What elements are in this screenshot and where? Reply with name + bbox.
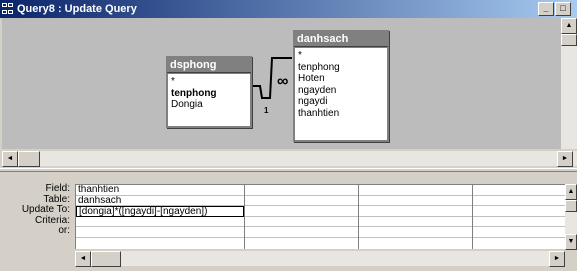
field-item-key[interactable]: tenphong	[171, 88, 247, 100]
scroll-down-icon[interactable]: ▼	[565, 234, 577, 250]
grid-vscroll[interactable]: ▲ ▼	[565, 184, 577, 250]
row-label-or: or:	[58, 225, 70, 236]
grid-column[interactable]	[359, 185, 473, 249]
field-item[interactable]: ngaydi	[298, 96, 384, 108]
table-pane-hscroll[interactable]: ◄ ►	[2, 150, 577, 167]
grid-hscroll[interactable]: ◄ ►	[75, 250, 565, 267]
field-list-danhsach[interactable]: danhsach * tenphong Hoten ngayden ngaydi…	[293, 30, 389, 142]
update-to-cell[interactable]	[473, 206, 565, 217]
relationship-many-label: ∞	[277, 73, 289, 90]
design-grid[interactable]: thanhtien danhsach [dongia]*([ngaydi]-[n…	[75, 184, 566, 249]
field-cell[interactable]	[473, 185, 565, 196]
update-to-cell[interactable]	[359, 206, 472, 217]
table-pane[interactable]: 1 ∞ dsphong * tenphong Dongia danhsach *…	[2, 18, 573, 149]
row-label-update-to: Update To:	[21, 204, 70, 215]
scroll-up-icon[interactable]: ▲	[561, 18, 577, 34]
query-design-window: Query8 : Update Query _ □ 1 ∞ dsphong * …	[0, 0, 577, 271]
window-title: Query8 : Update Query	[17, 3, 137, 15]
query-icon	[2, 3, 15, 15]
scroll-left-icon[interactable]: ◄	[2, 151, 18, 167]
scroll-thumb[interactable]	[565, 200, 577, 212]
grid-column[interactable]	[473, 185, 566, 249]
field-item[interactable]: *	[298, 50, 384, 62]
field-list-title[interactable]: dsphong	[167, 57, 251, 73]
scroll-thumb[interactable]	[91, 251, 121, 267]
field-cell[interactable]	[359, 185, 472, 196]
table-cell[interactable]	[245, 196, 358, 206]
update-to-cell[interactable]	[245, 206, 358, 217]
row-label-field: Field:	[45, 183, 70, 194]
grid-column[interactable]	[245, 185, 359, 249]
criteria-cell[interactable]	[473, 217, 565, 227]
update-to-cell[interactable]: [dongia]*([ngaydi]-[ngayden])	[76, 206, 244, 217]
field-item[interactable]: *	[171, 76, 247, 88]
criteria-cell[interactable]	[76, 217, 244, 227]
table-cell[interactable]	[473, 196, 565, 206]
row-labels: Field: Table: Update To: Criteria: or:	[0, 183, 74, 237]
grid-column[interactable]: thanhtien danhsach [dongia]*([ngaydi]-[n…	[76, 185, 245, 249]
design-grid-pane: Field: Table: Update To: Criteria: or: t…	[0, 172, 577, 271]
scroll-thumb[interactable]	[561, 34, 577, 46]
field-item[interactable]: tenphong	[298, 62, 384, 74]
or-cell[interactable]	[76, 227, 244, 238]
scroll-right-icon[interactable]: ►	[549, 251, 565, 267]
field-list-dsphong[interactable]: dsphong * tenphong Dongia	[166, 56, 252, 128]
table-cell[interactable]: danhsach	[76, 196, 244, 206]
field-item[interactable]: ngayden	[298, 85, 384, 97]
or-cell[interactable]	[473, 227, 565, 238]
scroll-right-icon[interactable]: ►	[557, 151, 573, 167]
or-cell[interactable]	[359, 227, 472, 238]
criteria-cell[interactable]	[359, 217, 472, 227]
minimize-button[interactable]: _	[538, 2, 554, 16]
field-list-title[interactable]: danhsach	[294, 31, 388, 47]
table-cell[interactable]	[359, 196, 472, 206]
or-cell[interactable]	[245, 227, 358, 238]
field-item[interactable]: Dongia	[171, 99, 247, 111]
field-item[interactable]: Hoten	[298, 73, 384, 85]
criteria-cell[interactable]	[245, 217, 358, 227]
relationship-one-label: 1	[264, 106, 269, 115]
title-bar[interactable]: Query8 : Update Query _ □	[0, 0, 577, 18]
field-item[interactable]: thanhtien	[298, 108, 384, 120]
scroll-left-icon[interactable]: ◄	[75, 251, 91, 267]
scroll-thumb[interactable]	[18, 151, 40, 167]
table-pane-vscroll[interactable]: ▲	[561, 18, 577, 149]
scroll-up-icon[interactable]: ▲	[565, 184, 577, 200]
maximize-button[interactable]: □	[555, 2, 571, 16]
field-cell[interactable]: thanhtien	[76, 185, 244, 196]
field-cell[interactable]	[245, 185, 358, 196]
